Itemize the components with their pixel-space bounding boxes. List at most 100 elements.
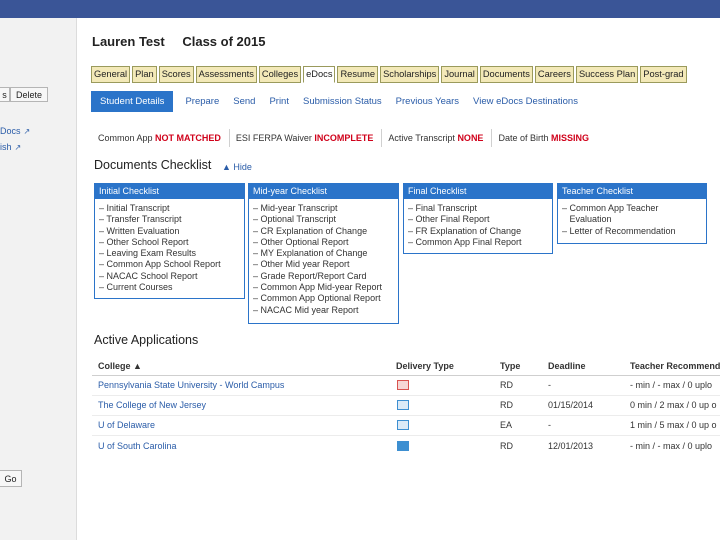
checklist-item: – Other Final Report [408, 214, 490, 225]
checklist-item: – Written Evaluation [99, 225, 180, 236]
app-teacher-rec: 1 min / 5 max / 0 up o [630, 420, 717, 430]
tab-post-grad[interactable]: Post-grad [640, 66, 687, 83]
checklist-item: – Other School Report [99, 236, 189, 247]
midyear-checklist: Mid-year Checklist – Mid-year Transcript… [248, 183, 399, 324]
checklist-item: – Other Mid year Report [253, 259, 350, 270]
checklist-item: – Other Optional Report [253, 236, 349, 247]
checklist-item: – Mid-year Transcript [253, 203, 338, 213]
checklist-item: – Current Courses [99, 282, 173, 293]
status-date-of-birth: Date of Birth MISSING [491, 129, 597, 147]
college-link[interactable]: Pennsylvania State University - World Ca… [98, 380, 284, 390]
delete-button[interactable]: Delete [10, 87, 48, 102]
tab-success-plan[interactable]: Success Plan [575, 66, 639, 83]
hide-link[interactable]: ▲ Hide [222, 162, 252, 172]
checklist-item: – Final Transcript [408, 203, 478, 213]
row-divider [92, 435, 720, 436]
checklist-item: – Initial Transcript [99, 203, 170, 213]
documents-checklist-title: Documents Checklist [94, 158, 212, 172]
screen-icon [397, 400, 409, 410]
left-panel: s Delete Docs ↗ ish ↗ Go [0, 18, 77, 540]
sub-navigation: Student Details Prepare Send Print Submi… [91, 91, 592, 112]
app-deadline: - [548, 380, 551, 390]
go-button[interactable]: Go [0, 470, 22, 487]
tab-edocs[interactable]: eDocs [303, 66, 336, 83]
screen-icon [397, 420, 409, 430]
tab-journal[interactable]: Journal [441, 66, 478, 83]
tab-resume[interactable]: Resume [337, 66, 379, 83]
app-teacher-rec: - min / - max / 0 uplo [630, 441, 713, 451]
tab-documents[interactable]: Documents [479, 66, 533, 83]
app-type: RD [500, 380, 513, 390]
active-applications-title: Active Applications [94, 333, 199, 347]
app-deadline: 12/01/2013 [548, 441, 594, 451]
external-link-icon: ↗ [23, 127, 31, 136]
row-divider [92, 415, 720, 416]
checklist-item: Evaluation [562, 214, 612, 225]
app-deadline: 01/15/2014 [548, 400, 594, 410]
tab-general[interactable]: General [91, 66, 131, 83]
checklist-item: – Optional Transcript [253, 214, 337, 225]
checklist-item: – Common App Teacher [562, 203, 659, 213]
teacher-checklist: Teacher Checklist – Common App Teacher E… [557, 183, 707, 244]
subnav-student-details[interactable]: Student Details [91, 91, 174, 112]
final-checklist: Final Checklist – Final Transcript – Oth… [403, 183, 553, 254]
subnav-submission-status[interactable]: Submission Status [303, 96, 382, 107]
status-active-transcript: Active Transcript NONE [381, 129, 491, 147]
initial-checklist: Initial Checklist – Initial Transcript –… [94, 183, 245, 299]
left-s-button[interactable]: s [0, 87, 10, 102]
subnav-prepare[interactable]: Prepare [185, 96, 219, 107]
app-type: RD [500, 400, 513, 410]
checklist-item: – Letter of Recommendation [562, 225, 676, 236]
college-link[interactable]: U of Delaware [98, 420, 155, 430]
subnav-previous-years[interactable]: Previous Years [396, 96, 459, 107]
tab-plan[interactable]: Plan [132, 66, 157, 83]
checklist-item: – Common App Final Report [408, 236, 522, 247]
tab-scholarships[interactable]: Scholarships [380, 66, 440, 83]
tab-scores[interactable]: Scores [158, 66, 194, 83]
app-deadline: - [548, 420, 551, 430]
docs-link[interactable]: Docs ↗ [0, 126, 30, 136]
checklist-item: – Transfer Transcript [99, 214, 182, 225]
status-ferpa-waiver: ESI FERPA Waiver INCOMPLETE [228, 129, 382, 147]
student-header: Lauren Test Class of 2015 [92, 34, 279, 49]
mail-icon [397, 380, 409, 390]
checklist-title: Teacher Checklist [558, 184, 706, 199]
college-link[interactable]: U of South Carolina [98, 441, 177, 451]
subnav-print[interactable]: Print [269, 96, 289, 107]
checklist-item: – Common App Optional Report [253, 293, 381, 304]
col-deadline-header: Deadline [548, 361, 586, 371]
checklist-item: – NACAC Mid year Report [253, 304, 359, 315]
status-row: Common App NOT MATCHED ESI FERPA Waiver … [92, 125, 597, 151]
subnav-send[interactable]: Send [233, 96, 255, 107]
app-teacher-rec: 0 min / 2 max / 0 up o [630, 400, 717, 410]
checklist-item: – Common App Mid-year Report [253, 282, 383, 293]
college-link[interactable]: The College of New Jersey [98, 400, 206, 410]
checklist-item: – Common App School Report [99, 259, 221, 270]
tab-assessments[interactable]: Assessments [195, 66, 257, 83]
checklist-item: – Grade Report/Report Card [253, 270, 367, 281]
app-type: EA [500, 420, 513, 430]
status-common-app: Common App NOT MATCHED [98, 133, 221, 143]
student-class: Class of 2015 [182, 34, 266, 49]
col-college-header[interactable]: College ▲ [98, 361, 142, 371]
checklist-title: Final Checklist [404, 184, 552, 199]
app-type: RD [500, 441, 513, 451]
tab-careers[interactable]: Careers [534, 66, 574, 83]
col-teacher-header: Teacher Recommend [630, 361, 720, 371]
checklist-title: Initial Checklist [95, 184, 244, 199]
ish-link[interactable]: ish ↗ [0, 142, 21, 152]
subnav-edocs-destinations[interactable]: View eDocs Destinations [473, 96, 578, 107]
main-tabs: General Plan Scores Assessments Colleges… [91, 66, 689, 83]
screen-solid-icon [397, 441, 409, 451]
external-link-icon: ↗ [14, 143, 22, 152]
top-bar [0, 0, 720, 18]
app-teacher-rec: - min / - max / 0 uplo [630, 380, 713, 390]
student-name: Lauren Test [92, 34, 165, 49]
checklist-item: – NACAC School Report [99, 270, 198, 281]
tab-colleges[interactable]: Colleges [258, 66, 302, 83]
checklist-item: – CR Explanation of Change [253, 225, 368, 236]
checklist-item: – FR Explanation of Change [408, 225, 522, 236]
col-delivery-header: Delivery Type [396, 361, 454, 371]
row-divider [92, 395, 720, 396]
checklist-item: – Leaving Exam Results [99, 248, 197, 259]
